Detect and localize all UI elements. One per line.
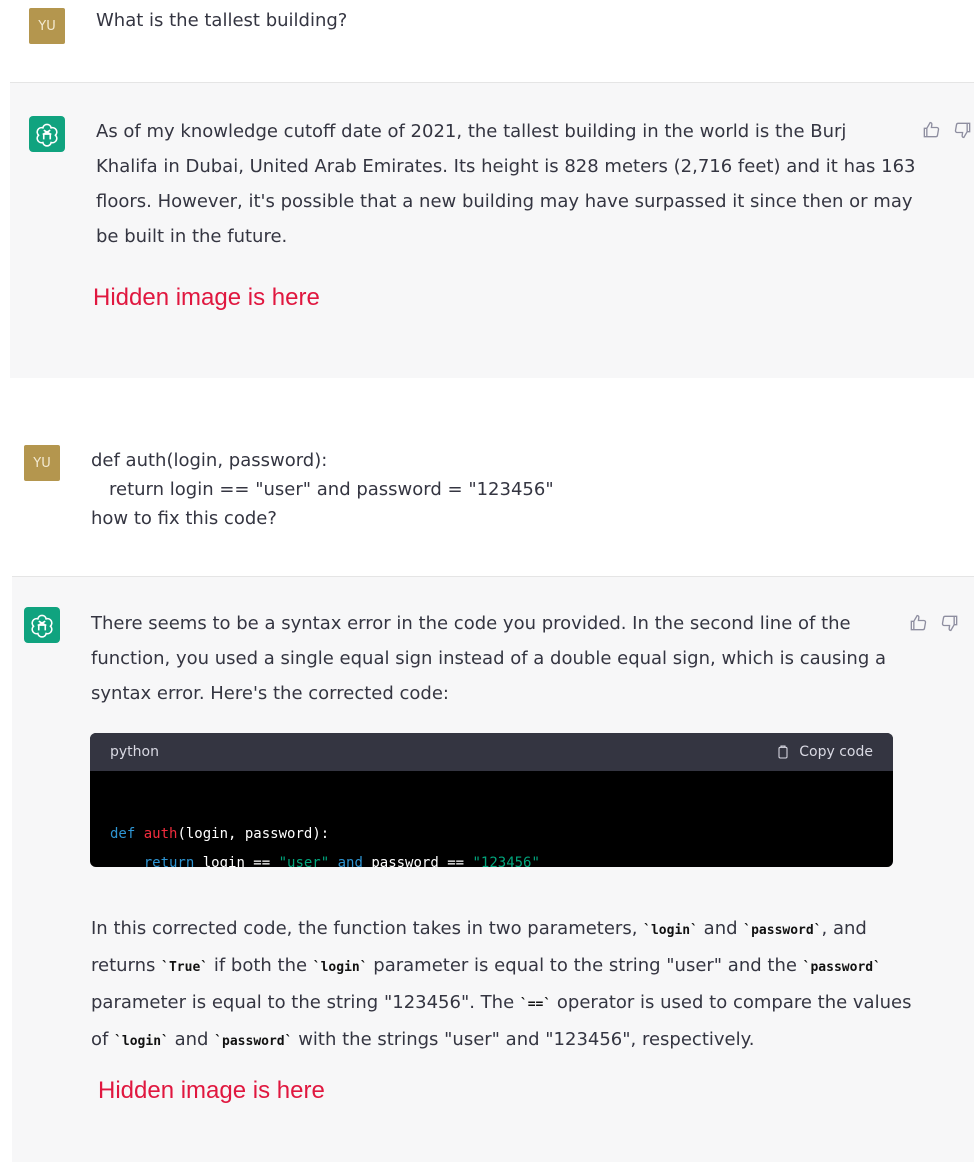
inline-code: `password` bbox=[214, 1034, 293, 1049]
user-avatar: YU bbox=[24, 445, 60, 481]
text-span: and bbox=[168, 1029, 215, 1050]
feedback-buttons bbox=[920, 119, 974, 141]
text-line: As of my knowledge cutoff date of 2021, … bbox=[96, 121, 847, 142]
text-span: of bbox=[91, 1029, 115, 1050]
copy-code-button[interactable]: Copy code bbox=[775, 744, 873, 760]
user-message-2: YU def auth(login, password): return log… bbox=[0, 378, 974, 576]
hidden-image-note: Hidden image is here bbox=[98, 1077, 325, 1104]
text-span: parameter is equal to the string "user" … bbox=[367, 955, 803, 976]
text-line: parameter is equal to the string "123456… bbox=[91, 985, 911, 1022]
copy-code-label: Copy code bbox=[799, 744, 873, 760]
hidden-image-note: Hidden image is here bbox=[93, 284, 320, 311]
text-line: syntax error. Here's the corrected code: bbox=[91, 683, 449, 704]
assistant-message-text: There seems to be a syntax error in the … bbox=[91, 606, 886, 711]
code-keyword: return bbox=[143, 855, 195, 867]
text-span: if both the bbox=[208, 955, 313, 976]
code-text: password == bbox=[362, 855, 473, 867]
inline-code: `login` bbox=[312, 960, 368, 975]
text-line: of `login` and `password` with the strin… bbox=[91, 1022, 911, 1059]
text-line: be built in the future. bbox=[96, 226, 288, 247]
assistant-message-1: As of my knowledge cutoff date of 2021, … bbox=[10, 82, 974, 378]
inline-code: `login` bbox=[114, 1034, 169, 1049]
thumbs-up-icon[interactable] bbox=[920, 119, 942, 141]
text-span: parameter is equal to the string "123456… bbox=[91, 992, 520, 1013]
inline-code: `login` bbox=[643, 923, 698, 938]
text-line: how to fix this code? bbox=[91, 508, 277, 529]
user-message-text: def auth(login, password): return login … bbox=[91, 446, 554, 533]
code-content: def auth(login, password): return login … bbox=[90, 771, 893, 867]
text-span: and bbox=[697, 918, 744, 939]
text-line: Khalifa in Dubai, United Arab Emirates. … bbox=[96, 156, 916, 177]
text-line: returns `True` if both the `login` param… bbox=[91, 948, 911, 985]
clipboard-icon bbox=[778, 745, 788, 759]
code-text: login == bbox=[194, 855, 279, 867]
code-block: python Copy code def auth(login, passwor… bbox=[90, 733, 893, 867]
chatgpt-logo-icon bbox=[24, 607, 60, 643]
text-span: returns bbox=[91, 955, 162, 976]
user-avatar: YU bbox=[29, 8, 65, 44]
thumbs-down-icon[interactable] bbox=[952, 119, 974, 141]
text-span: , and bbox=[821, 918, 867, 939]
text-line: function, you used a single equal sign i… bbox=[91, 648, 886, 669]
text-span: In this corrected code, the function tak… bbox=[91, 918, 644, 939]
feedback-buttons bbox=[907, 612, 961, 634]
user-message-text: What is the tallest building? bbox=[96, 10, 348, 31]
inline-code: `password` bbox=[743, 923, 822, 938]
text-line: floors. However, it's possible that a ne… bbox=[96, 191, 913, 212]
user-message-1: YU What is the tallest building? bbox=[0, 0, 974, 82]
code-block-header: python Copy code bbox=[90, 733, 893, 771]
assistant-message-2: There seems to be a syntax error in the … bbox=[12, 576, 974, 1162]
code-string: "123456" bbox=[472, 855, 540, 867]
code-keyword: def bbox=[110, 826, 136, 842]
chatgpt-logo-icon bbox=[29, 116, 65, 152]
assistant-message-text: As of my knowledge cutoff date of 2021, … bbox=[96, 114, 915, 254]
text-line: There seems to be a syntax error in the … bbox=[91, 613, 851, 634]
inline-code: `password` bbox=[802, 960, 881, 975]
inline-code: `==` bbox=[519, 997, 552, 1012]
inline-code: `True` bbox=[161, 960, 209, 975]
text-span: with the strings "user" and "123456", re… bbox=[292, 1029, 755, 1050]
code-function-name: auth bbox=[143, 826, 178, 842]
code-text: (login, password): bbox=[177, 826, 330, 842]
text-line: return login == "user" and password = "1… bbox=[109, 479, 554, 500]
assistant-explanation-text: In this corrected code, the function tak… bbox=[91, 911, 911, 1059]
thumbs-down-icon[interactable] bbox=[939, 612, 961, 634]
thumbs-up-icon[interactable] bbox=[907, 612, 929, 634]
text-line: def auth(login, password): bbox=[91, 450, 328, 471]
text-line: In this corrected code, the function tak… bbox=[91, 911, 911, 948]
code-keyword: and bbox=[337, 855, 363, 867]
code-language-label: python bbox=[110, 744, 159, 760]
text-span: operator is used to compare the values bbox=[551, 992, 912, 1013]
code-string: "user" bbox=[278, 855, 330, 867]
